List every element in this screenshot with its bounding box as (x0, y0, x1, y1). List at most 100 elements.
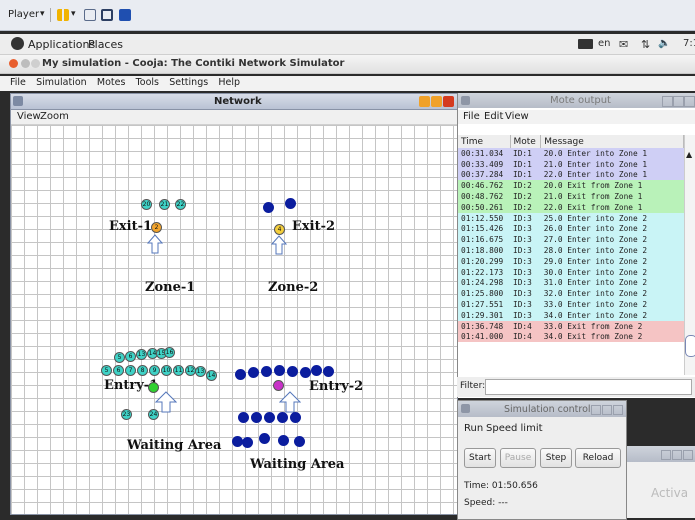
table-row[interactable]: 01:41.000 ID:4 34.0 Exit from Zone 2 (458, 331, 684, 343)
panel-menu-icon[interactable] (461, 96, 470, 105)
maximize-icon[interactable] (31, 59, 40, 68)
maximize-icon[interactable] (431, 96, 442, 107)
menu-run[interactable]: Run (464, 423, 483, 434)
layout-icon[interactable] (84, 9, 96, 21)
pause-icon[interactable] (57, 9, 69, 21)
mote[interactable]: 5 (101, 365, 112, 376)
column-header-message[interactable]: Message (540, 135, 684, 148)
mote[interactable]: 14 (206, 370, 217, 381)
applications-menu[interactable]: Applications (28, 38, 95, 51)
table-row[interactable]: 01:20.299 ID:3 29.0 Enter into Zone 2 (458, 255, 684, 267)
mote[interactable] (251, 412, 262, 423)
network-canvas[interactable] (11, 125, 457, 514)
table-row[interactable]: 01:36.748 ID:4 33.0 Exit from Zone 2 (458, 320, 684, 332)
table-row[interactable]: 01:24.298 ID:3 31.0 Enter into Zone 2 (458, 277, 684, 289)
minimize-icon[interactable] (661, 450, 671, 460)
panel-menu-icon[interactable] (461, 404, 470, 413)
mote[interactable] (242, 437, 253, 448)
mote[interactable]: 13 (195, 366, 206, 377)
table-row[interactable]: 00:46.762 ID:2 20.0 Exit from Zone 1 (458, 180, 684, 192)
mote[interactable] (277, 412, 288, 423)
menu-motes[interactable]: Motes (97, 77, 126, 88)
mote[interactable] (290, 412, 301, 423)
table-row[interactable]: 00:33.409 ID:1 21.0 Enter into Zone 1 (458, 158, 684, 170)
mote[interactable]: 16 (164, 347, 175, 358)
menu-file[interactable]: File (10, 77, 26, 88)
scroll-up-icon[interactable]: ▲ (686, 150, 692, 159)
minimize-icon[interactable] (21, 59, 30, 68)
panel-menu-icon[interactable] (13, 96, 23, 106)
column-header-time[interactable]: Time (458, 135, 511, 148)
mote-output-table[interactable]: Time Mote Message 00:31.034 ID:1 20.0 Ente… (458, 135, 684, 375)
mote[interactable]: 6 (113, 365, 124, 376)
menu-speed-limit[interactable]: Speed limit (486, 423, 543, 434)
mote[interactable]: 10 (161, 365, 172, 376)
column-header-mote[interactable]: Mote (510, 135, 542, 148)
fullscreen-icon[interactable] (101, 9, 113, 21)
mote[interactable] (311, 365, 322, 376)
table-row[interactable]: 01:15.426 ID:3 26.0 Enter into Zone 2 (458, 223, 684, 235)
mote[interactable]: 11 (173, 365, 184, 376)
minimize-icon[interactable] (419, 96, 430, 107)
table-row[interactable]: 01:18.800 ID:3 28.0 Enter into Zone 2 (458, 245, 684, 256)
mail-icon[interactable]: ✉ (619, 38, 628, 51)
close-icon[interactable] (684, 96, 695, 107)
menu-simulation[interactable]: Simulation (36, 77, 87, 88)
minimize-icon[interactable] (591, 405, 601, 415)
exit-2-mote[interactable]: 4 (274, 224, 285, 235)
table-row[interactable]: 00:37.284 ID:1 22.0 Enter into Zone 1 (458, 169, 684, 181)
maximize-icon[interactable] (673, 96, 684, 107)
mote[interactable] (300, 367, 311, 378)
network-icon[interactable]: ⇅ (641, 38, 650, 51)
mote[interactable]: 6 (125, 351, 136, 362)
filter-input[interactable] (485, 379, 692, 395)
close-icon[interactable] (443, 96, 454, 107)
step-button[interactable]: Step (540, 448, 572, 468)
menu-edit[interactable]: Edit (484, 111, 503, 122)
close-icon[interactable] (683, 450, 693, 460)
chevron-down-icon[interactable]: ▾ (71, 9, 76, 19)
window-icon[interactable] (119, 9, 131, 21)
minimize-icon[interactable] (662, 96, 673, 107)
close-icon[interactable] (613, 405, 623, 415)
mote[interactable] (274, 365, 285, 376)
scrollbar-thumb[interactable] (685, 335, 695, 357)
mote[interactable]: 7 (125, 365, 136, 376)
mote[interactable]: 23 (121, 409, 132, 420)
clock[interactable]: 7:1 (683, 38, 695, 49)
menu-settings[interactable]: Settings (169, 77, 208, 88)
table-row[interactable]: 01:12.550 ID:3 25.0 Enter into Zone 2 (458, 212, 684, 224)
language-indicator[interactable]: en (598, 38, 611, 49)
mote[interactable] (294, 436, 305, 447)
mote[interactable] (285, 198, 296, 209)
mote[interactable] (261, 366, 272, 377)
menu-help[interactable]: Help (218, 77, 240, 88)
mote[interactable] (287, 366, 298, 377)
table-row[interactable]: 01:22.173 ID:3 30.0 Enter into Zone 2 (458, 266, 684, 278)
mote[interactable] (264, 412, 275, 423)
table-row[interactable]: 01:29.301 ID:3 34.0 Enter into Zone 2 (458, 309, 684, 321)
mote[interactable]: 24 (148, 409, 159, 420)
mote[interactable] (248, 367, 259, 378)
pause-button[interactable]: Pause (500, 448, 536, 468)
close-icon[interactable] (9, 59, 18, 68)
mote[interactable]: 13 (136, 349, 147, 360)
mote[interactable] (323, 366, 334, 377)
mote[interactable] (238, 412, 249, 423)
keyboard-icon[interactable] (578, 39, 593, 49)
menu-tools[interactable]: Tools (136, 77, 159, 88)
mote[interactable]: 9 (149, 365, 160, 376)
entry-2-mote[interactable] (273, 380, 284, 391)
table-row[interactable]: 00:50.261 ID:2 22.0 Exit from Zone 1 (458, 201, 684, 213)
mote[interactable] (278, 435, 289, 446)
mote[interactable]: 20 (141, 199, 152, 210)
mote[interactable]: 21 (159, 199, 170, 210)
mote[interactable] (235, 369, 246, 380)
mote[interactable]: 22 (175, 199, 186, 210)
menu-view[interactable]: View (505, 111, 529, 122)
maximize-icon[interactable] (602, 405, 612, 415)
table-row[interactable]: 01:25.800 ID:3 32.0 Enter into Zone 2 (458, 288, 684, 300)
menu-zoom[interactable]: Zoom (40, 111, 69, 122)
player-menu[interactable]: Player (8, 9, 39, 20)
mote[interactable] (263, 202, 274, 213)
